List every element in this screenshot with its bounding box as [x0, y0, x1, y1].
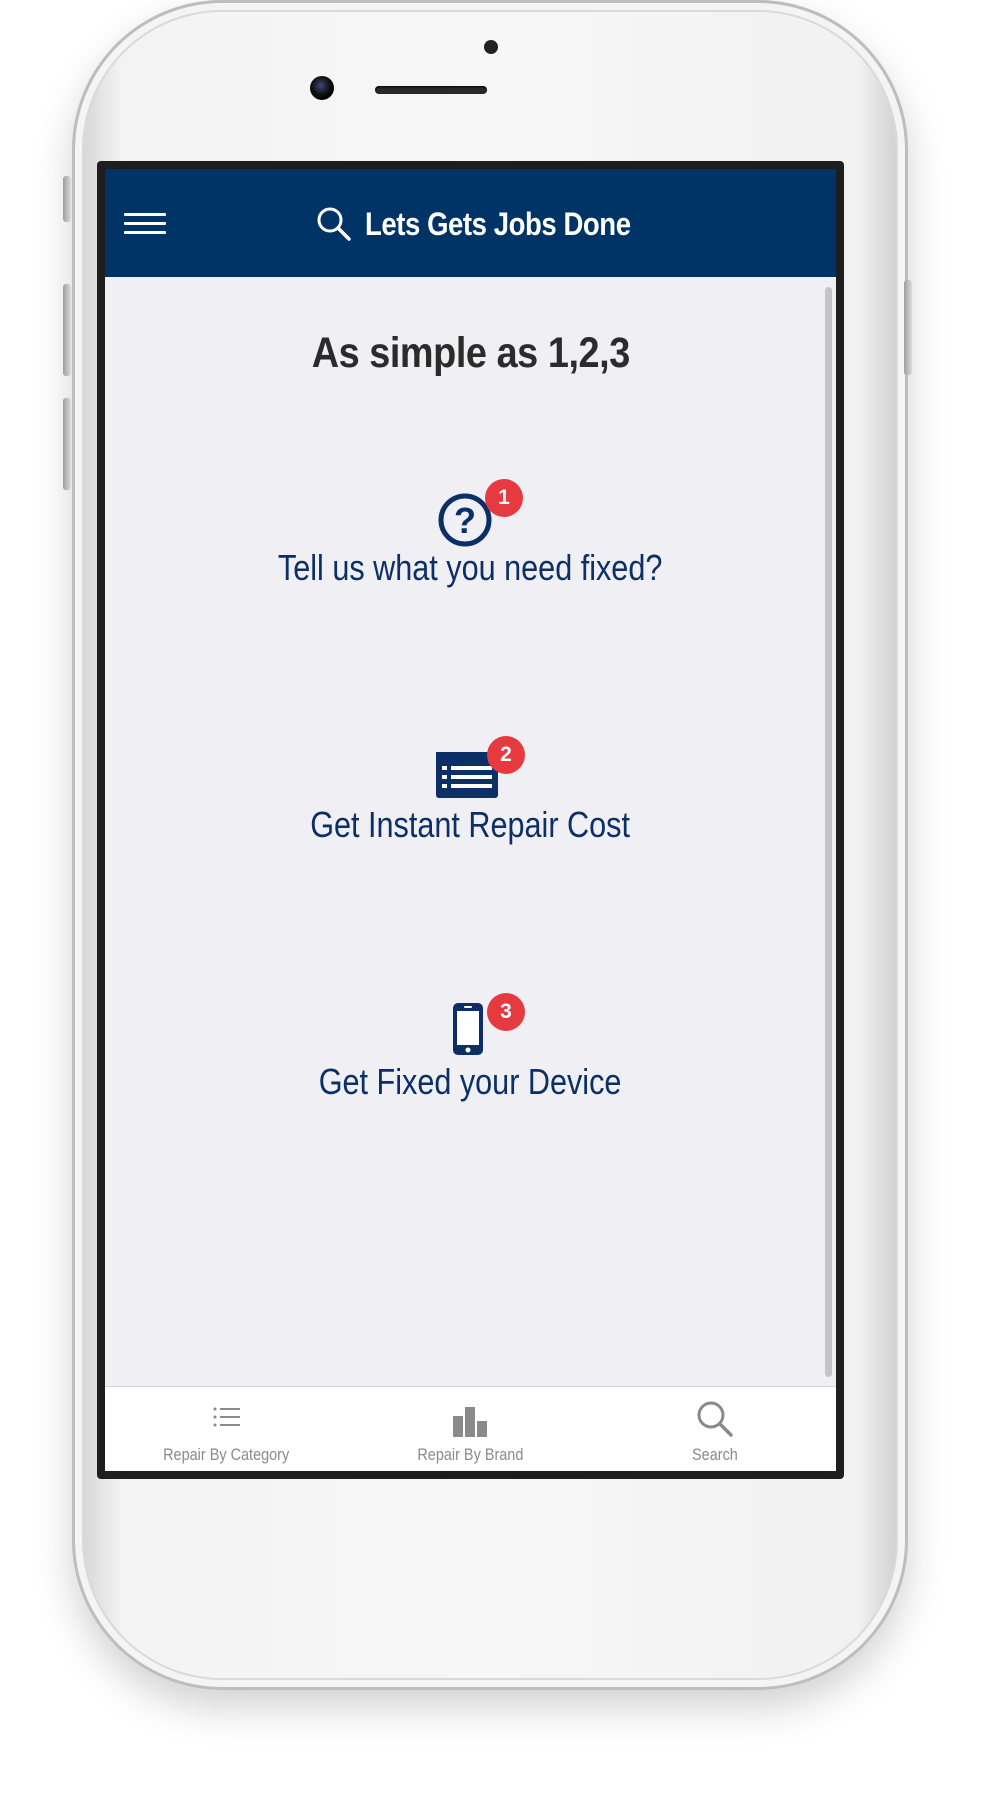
- step-3[interactable]: 3 Get Fixed your Device: [105, 983, 836, 1123]
- tab-repair-by-category-label: Repair By Category: [105, 1445, 348, 1465]
- tab-repair-by-brand-label: Repair By Brand: [349, 1445, 592, 1465]
- tab-search-label: Search: [593, 1445, 836, 1465]
- app-display: Lets Gets Jobs Done As simple as 1,2,3 ?…: [105, 169, 836, 1471]
- step-2[interactable]: 2 Get Instant Repair Cost: [105, 726, 836, 866]
- tab-repair-by-category[interactable]: Repair By Category: [105, 1387, 348, 1471]
- step-3-label: Get Fixed your Device: [105, 1061, 836, 1103]
- mute-switch: [63, 176, 71, 222]
- front-camera: [310, 76, 334, 100]
- power-button: [904, 280, 912, 375]
- earpiece-speaker: [375, 86, 487, 94]
- tab-repair-by-brand-text: Repair By Brand: [417, 1445, 524, 1464]
- phone-screen: Lets Gets Jobs Done As simple as 1,2,3 ?…: [97, 161, 844, 1479]
- search-icon: [697, 1401, 733, 1437]
- tab-repair-by-brand[interactable]: Repair By Brand: [349, 1387, 592, 1471]
- header-title-group: Lets Gets Jobs Done: [315, 201, 674, 247]
- step-2-badge: 2: [487, 736, 525, 774]
- step-1[interactable]: ? 1 Tell us what you need fixed?: [105, 469, 836, 609]
- tab-search[interactable]: Search: [593, 1387, 836, 1471]
- mockup-stage: Lets Gets Jobs Done As simple as 1,2,3 ?…: [0, 0, 989, 1813]
- search-icon[interactable]: [315, 205, 353, 243]
- app-header: Lets Gets Jobs Done: [105, 169, 836, 277]
- step-1-badge: 1: [485, 479, 523, 517]
- page-heading: As simple as 1,2,3: [105, 329, 836, 378]
- tab-repair-by-category-text: Repair By Category: [163, 1445, 290, 1464]
- bar-chart-icon: [452, 1407, 487, 1437]
- list-icon: [213, 1407, 240, 1427]
- step-1-label-text: Tell us what you need fixed?: [278, 547, 663, 588]
- volume-down-button: [63, 398, 71, 490]
- step-2-label-text: Get Instant Repair Cost: [310, 804, 631, 845]
- step-3-badge: 3: [487, 993, 525, 1031]
- volume-up-button: [63, 284, 71, 376]
- page-heading-text: As simple as 1,2,3: [311, 329, 630, 377]
- step-2-label: Get Instant Repair Cost: [105, 804, 836, 846]
- step-1-label: Tell us what you need fixed?: [105, 547, 836, 589]
- proximity-sensor: [484, 40, 498, 54]
- svg-text:?: ?: [454, 500, 476, 541]
- app-title: Lets Gets Jobs Done: [365, 205, 631, 242]
- tab-search-text: Search: [691, 1445, 738, 1464]
- bottom-tab-bar: Repair By Category Repair By Brand Searc…: [105, 1386, 836, 1471]
- step-3-label-text: Get Fixed your Device: [319, 1061, 622, 1102]
- hamburger-menu-icon[interactable]: [124, 209, 166, 237]
